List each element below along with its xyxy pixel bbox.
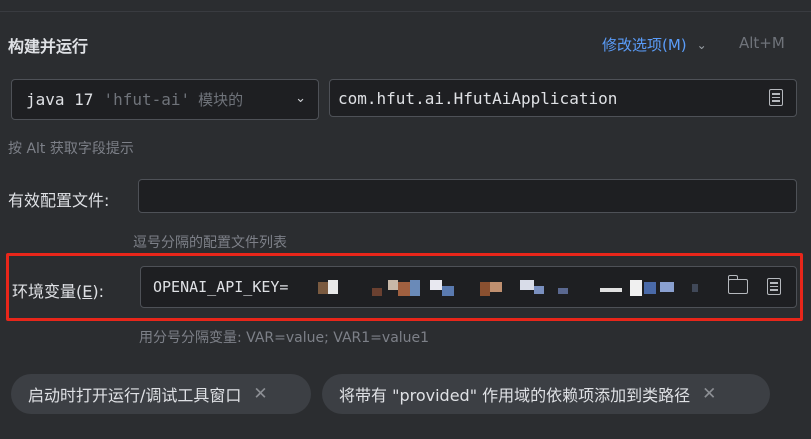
env-vars-input[interactable]: OPENAI_API_KEY= — [140, 266, 797, 308]
env-vars-label-suffix: ): — [92, 282, 104, 301]
section-title: 构建并运行 — [8, 37, 89, 56]
document-lines-icon[interactable] — [769, 89, 783, 106]
env-vars-label-prefix: 环境变量( — [12, 282, 83, 301]
env-vars-value: OPENAI_API_KEY= — [153, 278, 289, 296]
jdk-module: 'hfut-ai' — [103, 90, 191, 109]
env-vars-label-mnemonic: E — [82, 282, 93, 301]
main-class-field[interactable]: com.hfut.ai.HfutAiApplication — [329, 79, 797, 117]
top-divider — [0, 11, 811, 12]
jdk-module-suffix: 模块的 — [198, 91, 244, 109]
chevron-down-icon[interactable]: ⌄ — [697, 38, 707, 52]
modify-options-label[interactable]: 修改选项(M) — [602, 34, 687, 55]
close-icon[interactable]: ✕ — [702, 384, 716, 404]
active-profiles-label: 有效配置文件: — [8, 191, 110, 210]
main-class-value: com.hfut.ai.HfutAiApplication — [338, 88, 618, 108]
env-vars-label: 环境变量(E): — [12, 278, 104, 302]
alt-hint: 按 Alt 获取字段提示 — [8, 141, 134, 157]
modify-options-link[interactable]: 修改选项(M) ⌄ — [602, 34, 707, 55]
chevron-down-icon[interactable]: ⌄ — [295, 91, 306, 106]
document-lines-icon[interactable] — [767, 278, 781, 295]
run-configuration-panel: 构建并运行 修改选项(M) ⌄ Alt+M java 17 'hfut-ai' … — [0, 0, 811, 439]
jdk-select[interactable]: java 17 'hfut-ai' 模块的 ⌄ — [11, 79, 319, 120]
active-profiles-hint: 逗号分隔的配置文件列表 — [133, 235, 287, 251]
chip-label: 启动时打开运行/调试工具窗口 — [28, 386, 242, 405]
env-vars-hint: 用分号分隔变量: VAR=value; VAR1=value1 — [139, 330, 430, 346]
chip-provided-scope-classpath: 将带有 "provided" 作用域的依赖项添加到类路径 ✕ — [322, 374, 770, 414]
jdk-version: java 17 — [26, 90, 94, 109]
modify-options-shortcut: Alt+M — [739, 34, 785, 52]
close-icon[interactable]: ✕ — [253, 384, 267, 404]
folder-icon[interactable] — [727, 275, 748, 294]
active-profiles-input[interactable] — [138, 179, 797, 213]
chip-label: 将带有 "provided" 作用域的依赖项添加到类路径 — [339, 386, 691, 405]
chip-open-run-debug-window: 启动时打开运行/调试工具窗口 ✕ — [11, 374, 311, 414]
